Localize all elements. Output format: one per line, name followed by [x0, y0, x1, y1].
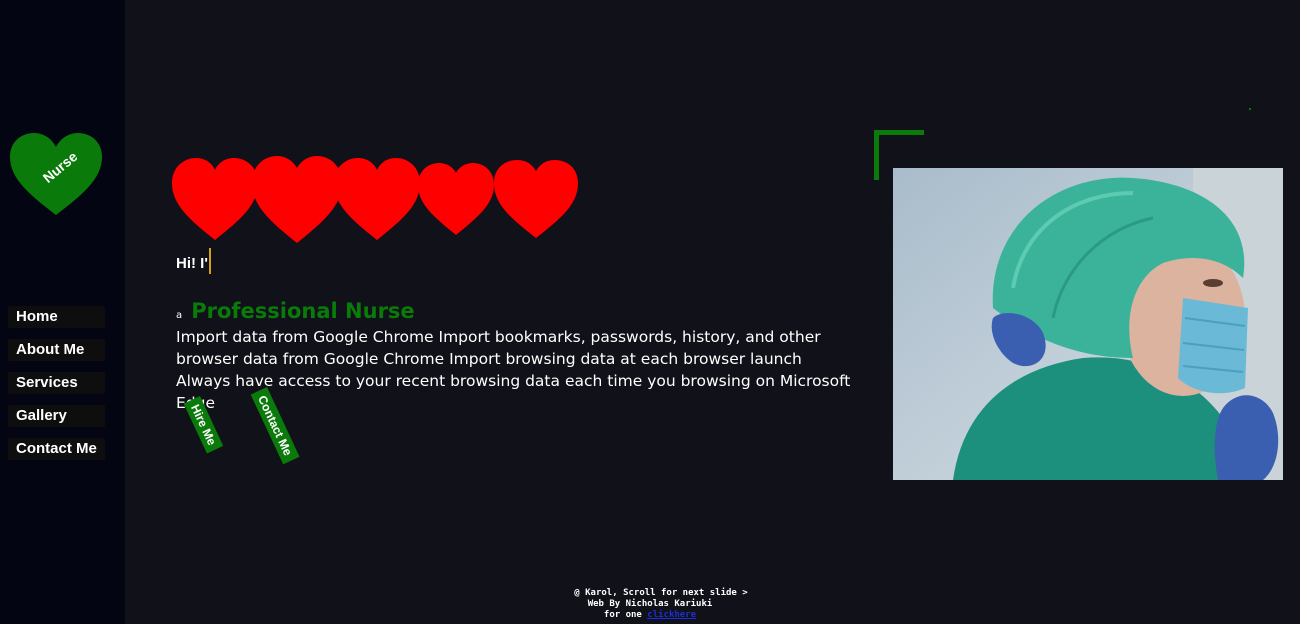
sidebar: Nurse Home About Me Services Gallery Con…	[0, 0, 125, 624]
footer-links-prefix: for one	[603, 610, 642, 620]
heart-icon	[252, 156, 342, 243]
role-prefix: a	[176, 310, 183, 321]
nav-about-me[interactable]: About Me	[8, 339, 105, 361]
footer: @ Karol, Scroll for next slide > Web By …	[0, 588, 1300, 621]
nav-services[interactable]: Services	[8, 372, 105, 394]
typing-caret	[208, 248, 211, 274]
role-line: a Professional Nurse	[176, 299, 415, 323]
heart-icon	[172, 158, 258, 240]
nav-contact-me[interactable]: Contact Me	[8, 438, 105, 460]
nav-home[interactable]: Home	[8, 306, 105, 328]
nurse-heart-logo[interactable]: Nurse	[10, 133, 102, 217]
footer-link-here[interactable]: here	[674, 610, 696, 620]
footer-links: for one clickhere	[0, 610, 1300, 621]
footer-copyright: @ Karol, Scroll for next slide >	[574, 588, 748, 598]
role-title: Professional Nurse	[191, 299, 415, 323]
greeting-text: Hi! I'	[176, 254, 208, 272]
heart-icon	[334, 158, 420, 240]
heart-icon	[418, 163, 494, 235]
hearts-row	[172, 155, 582, 245]
nurse-photo	[893, 168, 1283, 480]
hero-description: Import data from Google Chrome Import bo…	[176, 328, 851, 412]
decorative-dot	[1249, 108, 1251, 110]
heart-icon	[494, 160, 578, 238]
sidebar-nav: Home About Me Services Gallery Contact M…	[8, 306, 105, 471]
footer-credit: Web By Nicholas Kariuki	[587, 599, 713, 609]
nav-gallery[interactable]: Gallery	[8, 405, 105, 427]
footer-link-click[interactable]: click	[647, 610, 674, 620]
greeting: Hi! I'	[176, 248, 211, 274]
